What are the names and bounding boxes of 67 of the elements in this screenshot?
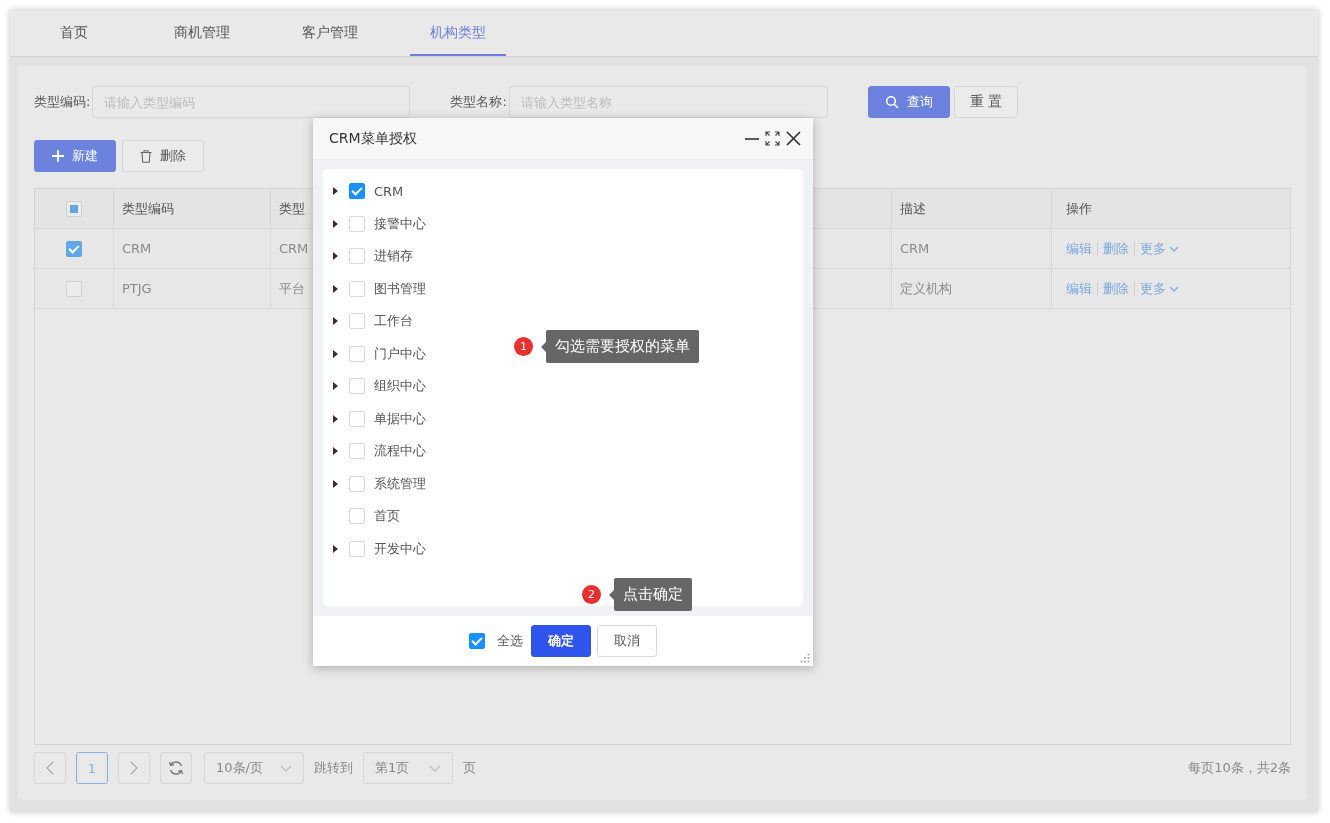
chevron-down-icon bbox=[1169, 285, 1179, 292]
resize-grip-icon bbox=[800, 653, 810, 663]
step-badge: 1 bbox=[514, 337, 533, 356]
page-label: 页 bbox=[463, 759, 476, 777]
tree-item-label[interactable]: 首页 bbox=[374, 507, 400, 526]
tab[interactable]: 首页 bbox=[26, 10, 122, 56]
table-cell: 定义机构 bbox=[900, 279, 952, 298]
dialog-title: CRM菜单授权 bbox=[329, 129, 417, 148]
next-button[interactable] bbox=[118, 752, 150, 784]
button[interactable]: 查询 bbox=[867, 86, 950, 118]
column-header: 操作 bbox=[1066, 199, 1092, 218]
button[interactable]: 取消 bbox=[597, 625, 657, 657]
checkbox[interactable] bbox=[469, 633, 485, 649]
tree-item-label[interactable]: 单据中心 bbox=[374, 409, 426, 428]
plus-icon bbox=[52, 150, 64, 162]
tree-item-label[interactable]: CRM bbox=[374, 183, 404, 199]
button[interactable]: 重 置 bbox=[953, 86, 1018, 118]
checkbox[interactable] bbox=[66, 200, 82, 217]
button[interactable]: 新建 bbox=[34, 140, 116, 172]
tree-item-label[interactable]: 接警中心 bbox=[374, 214, 426, 233]
chevron-down-icon bbox=[429, 764, 441, 772]
tree-item-label[interactable]: 进销存 bbox=[374, 247, 413, 266]
expand-icon bbox=[765, 131, 780, 146]
button[interactable]: 删除 bbox=[122, 140, 204, 172]
search-icon bbox=[884, 95, 899, 109]
table-cell: CRM bbox=[122, 241, 152, 256]
checkbox[interactable] bbox=[66, 240, 82, 257]
table-cell: CRM bbox=[900, 241, 930, 256]
chevron-right-icon bbox=[130, 761, 138, 775]
tree-item-label[interactable]: 开发中心 bbox=[374, 539, 426, 558]
field-label: 类型编码: bbox=[34, 93, 91, 111]
tab[interactable]: 商机管理 bbox=[154, 10, 250, 56]
refresh-icon bbox=[168, 760, 184, 776]
field-label: 类型名称: bbox=[450, 93, 507, 111]
column-header: 类型 bbox=[279, 199, 305, 218]
column-header: 类型编码 bbox=[122, 199, 174, 218]
chevron-down-icon bbox=[280, 764, 292, 772]
close-button[interactable] bbox=[786, 131, 801, 146]
column-header: 描述 bbox=[900, 199, 926, 218]
table-cell: 平台 bbox=[279, 279, 305, 298]
step-badge: 2 bbox=[582, 585, 601, 604]
tree-item-label[interactable]: 门户中心 bbox=[374, 344, 426, 363]
checkbox[interactable] bbox=[349, 183, 365, 200]
table-cell: PTJG bbox=[122, 281, 152, 296]
checkbox[interactable] bbox=[66, 280, 82, 297]
table-cell: CRM bbox=[279, 241, 309, 256]
page-summary: 每页10条，共2条 bbox=[1188, 759, 1291, 777]
tooltip: 点击确定 bbox=[609, 578, 692, 611]
button[interactable]: 确定 bbox=[531, 625, 591, 657]
minimize-icon bbox=[745, 137, 759, 140]
chevron-down-icon bbox=[1169, 245, 1179, 252]
tree-item-label[interactable]: 组织中心 bbox=[374, 377, 426, 396]
tree-item-label[interactable]: 系统管理 bbox=[374, 474, 426, 493]
close-icon bbox=[786, 131, 801, 146]
refresh-button[interactable] bbox=[160, 752, 192, 784]
jump-label: 跳转到 bbox=[314, 759, 353, 777]
tree-item-label[interactable]: 图书管理 bbox=[374, 279, 426, 298]
chevron-left-icon bbox=[46, 761, 54, 775]
tree-item-label[interactable]: 流程中心 bbox=[374, 442, 426, 461]
tab[interactable]: 客户管理 bbox=[282, 10, 378, 56]
trash-icon bbox=[140, 149, 152, 163]
maximize-button[interactable] bbox=[765, 131, 780, 146]
select-all-label[interactable]: 全选 bbox=[497, 632, 523, 650]
tooltip: 勾选需要授权的菜单 bbox=[541, 330, 699, 363]
minimize-button[interactable] bbox=[745, 137, 759, 140]
previous-button[interactable] bbox=[34, 752, 66, 784]
tree-item-label[interactable]: 工作台 bbox=[374, 312, 413, 331]
